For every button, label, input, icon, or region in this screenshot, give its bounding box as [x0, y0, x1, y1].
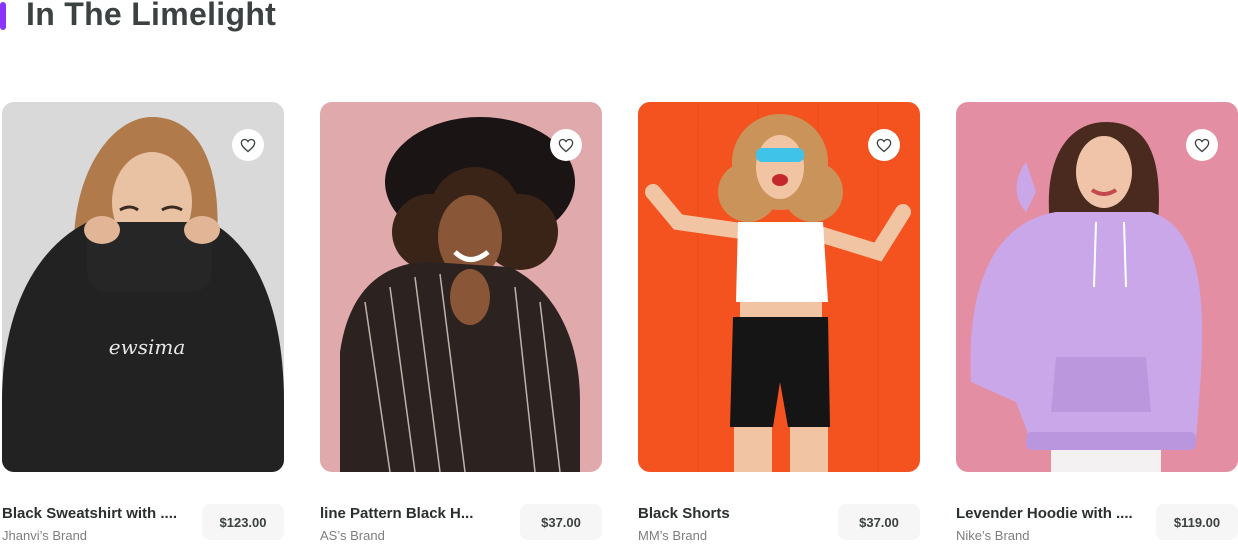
- product-name[interactable]: Levender Hoodie with ....: [956, 504, 1136, 524]
- brand-name: Jhanvi’s Brand: [2, 528, 88, 543]
- heart-outline-icon: [1194, 138, 1210, 152]
- product-image[interactable]: [320, 102, 602, 472]
- wishlist-button[interactable]: [1186, 129, 1218, 161]
- brand-name: AS’s Brand: [320, 528, 385, 543]
- product-card[interactable]: line Pattern Black H... AS’s Brand $37.0…: [320, 102, 602, 544]
- price-tag: $37.00: [520, 504, 602, 540]
- heart-outline-icon: [876, 138, 892, 152]
- wishlist-button[interactable]: [868, 129, 900, 161]
- product-card[interactable]: Black Shorts MM’s Brand $37.00: [638, 102, 920, 544]
- price-tag: $119.00: [1156, 504, 1238, 540]
- price-tag: $123.00: [202, 504, 284, 540]
- section-title: In The Limelight: [26, 0, 277, 32]
- heart-outline-icon: [240, 138, 256, 152]
- section-accent-bar: [0, 2, 6, 30]
- product-image[interactable]: [638, 102, 920, 472]
- brand-name: MM’s Brand: [638, 528, 708, 543]
- product-name[interactable]: Black Shorts: [638, 504, 818, 524]
- price-tag: $37.00: [838, 504, 920, 540]
- product-image[interactable]: ewsima: [2, 102, 284, 472]
- product-image[interactable]: [956, 102, 1238, 472]
- svg-text:ewsima: ewsima: [109, 335, 186, 359]
- wishlist-button[interactable]: [232, 129, 264, 161]
- product-card[interactable]: ewsima Black Sweatshirt with .... Jhanvi…: [2, 102, 284, 544]
- product-card[interactable]: Levender Hoodie with .... Nike’s Brand $…: [956, 102, 1238, 544]
- product-name[interactable]: Black Sweatshirt with ....: [2, 504, 182, 524]
- product-name[interactable]: line Pattern Black H...: [320, 504, 500, 524]
- wishlist-button[interactable]: [550, 129, 582, 161]
- brand-name: Nike’s Brand: [956, 528, 1030, 543]
- heart-outline-icon: [558, 138, 574, 152]
